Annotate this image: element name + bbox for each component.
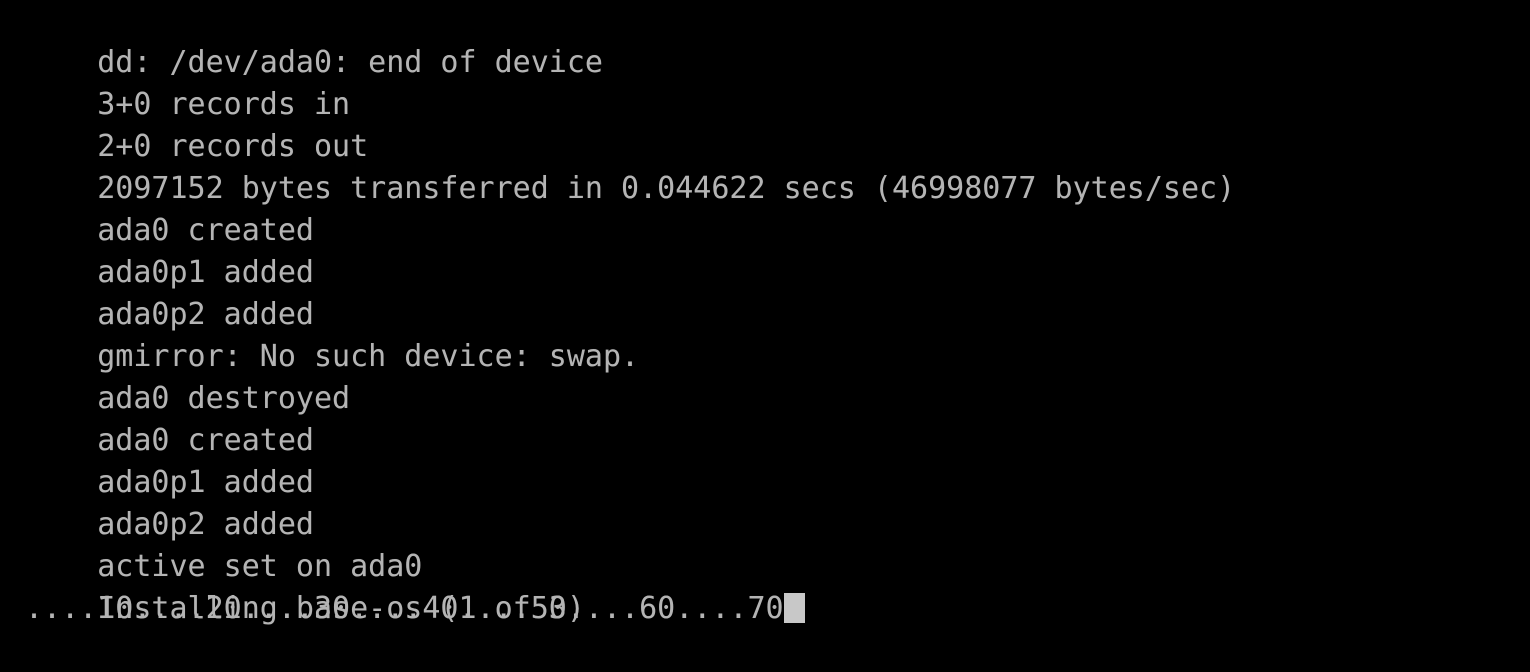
install-progress-line: ....10....20....30....40....50....60....… <box>0 588 1530 630</box>
console-line: ada0p2 added <box>0 462 1530 542</box>
console-line: ada0p2 added <box>0 252 1530 332</box>
console-line: dd: /dev/ada0: end of device <box>0 0 1530 80</box>
console-line: ada0 destroyed <box>0 336 1530 416</box>
console-line: ada0 created <box>0 378 1530 458</box>
console-line: 3+0 records in <box>0 42 1530 122</box>
console-line: gmirror: No such device: swap. <box>0 294 1530 374</box>
install-progress-text: ....10....20....30....40....50....60....… <box>25 591 784 626</box>
text-cursor <box>783 593 805 623</box>
console-line: ada0p1 added <box>0 420 1530 500</box>
console-line: ada0 created <box>0 168 1530 248</box>
console-line: 2097152 bytes transferred in 0.044622 se… <box>0 126 1530 206</box>
console-line: 2+0 records out <box>0 84 1530 164</box>
terminal-console[interactable]: dd: /dev/ada0: end of device 3+0 records… <box>0 0 1530 640</box>
install-status-line: Installing base-os (1 of 3) <box>0 546 1530 626</box>
console-line: ada0p1 added <box>0 210 1530 290</box>
console-line: active set on ada0 <box>0 504 1530 584</box>
